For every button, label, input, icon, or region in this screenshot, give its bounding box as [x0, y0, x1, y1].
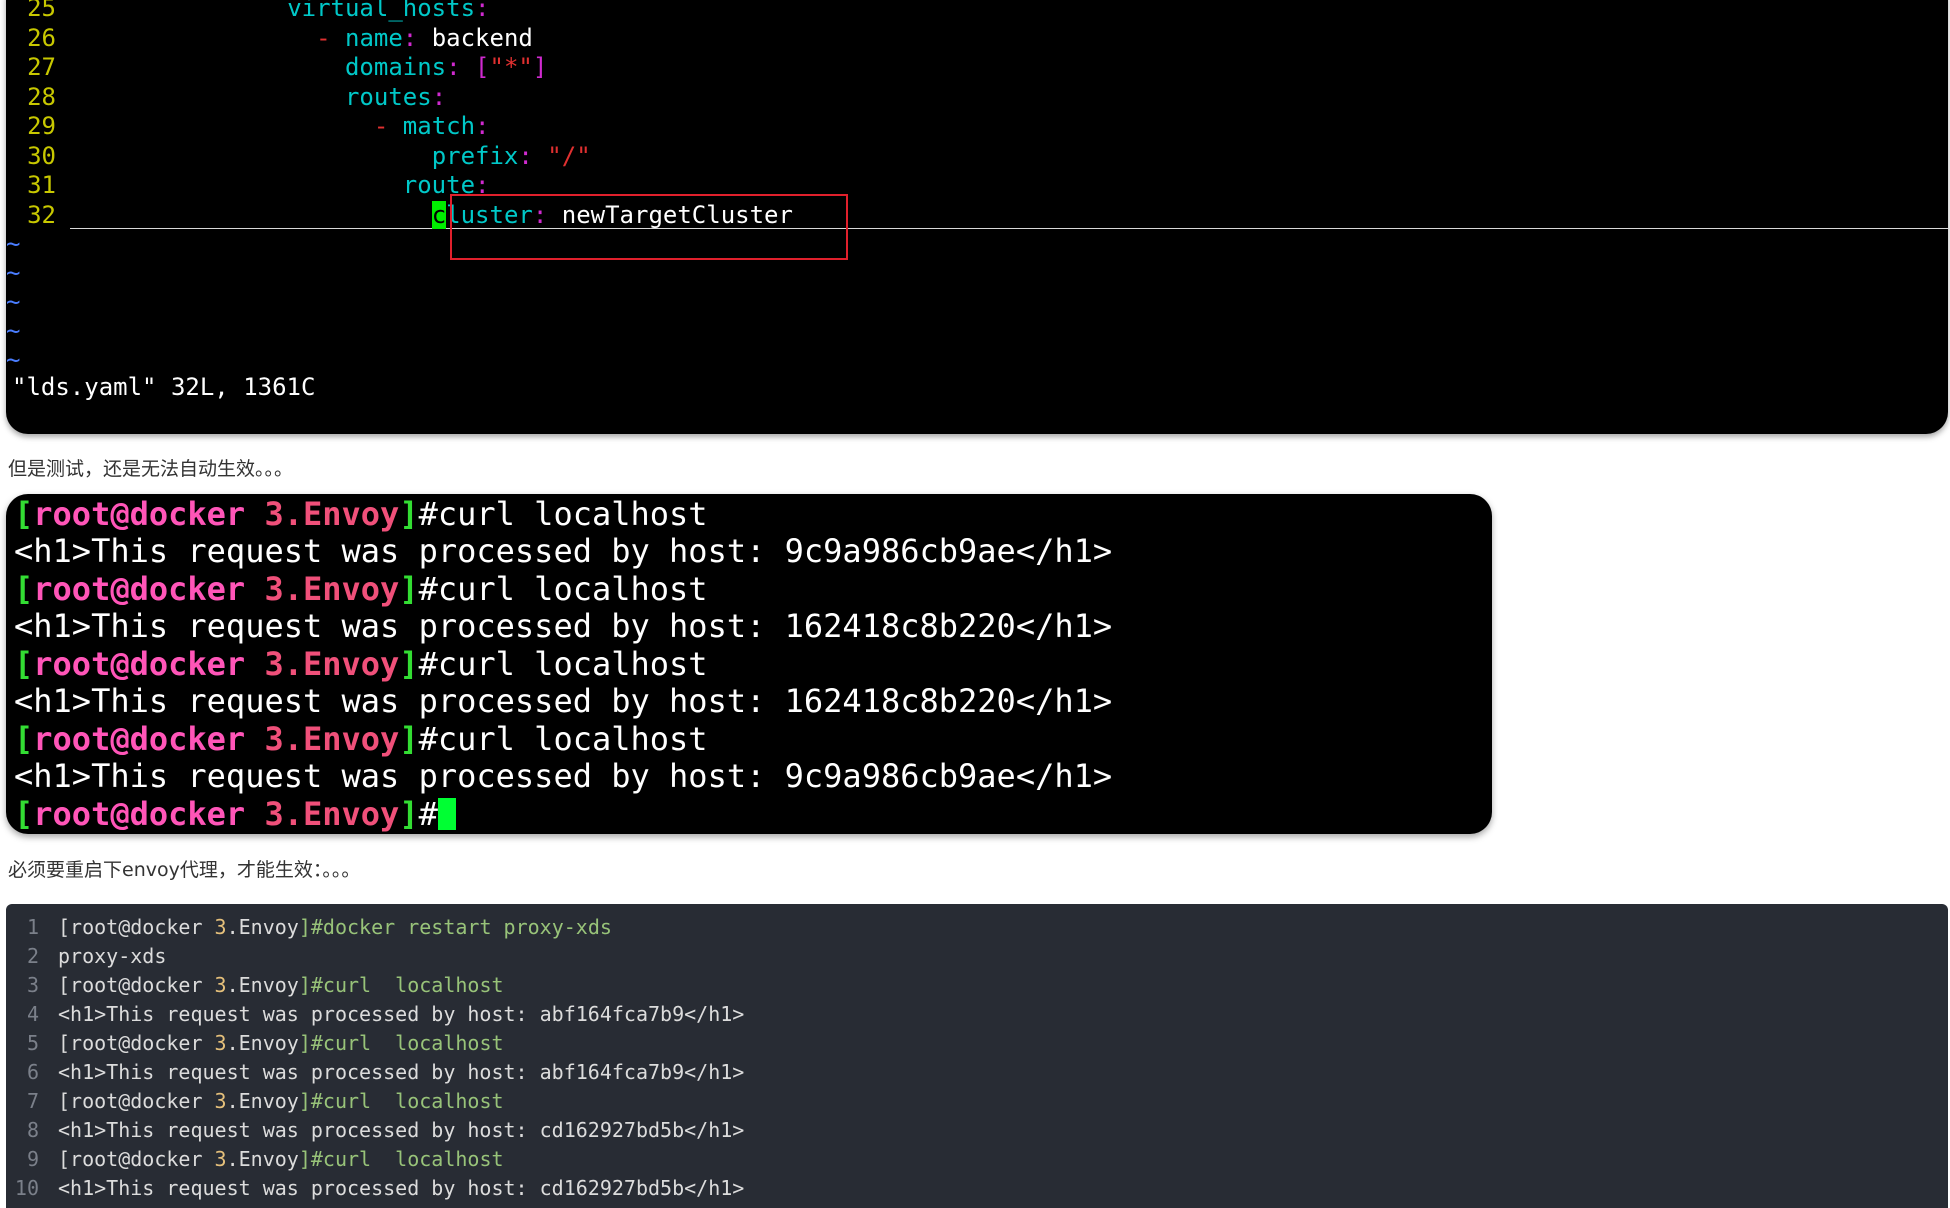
code-line: 1 [root@docker 3.Envoy]#docker restart pr… — [26, 915, 612, 939]
vim-line-27: 27 domains: ["*"] — [27, 53, 548, 81]
vim-editor-screenshot: 25 virtual_hosts: 26 - name: backend 27 … — [6, 0, 1948, 434]
vim-cursor: c — [431, 201, 447, 229]
code-block: 1 [root@docker 3.Envoy]#docker restart pr… — [6, 904, 1948, 1208]
terminal-cursor — [437, 798, 456, 830]
code-line: 9 [root@docker 3.Envoy]#curl localhost — [26, 1147, 504, 1171]
caption-not-effective: 但是测试，还是无法自动生效。。。 — [8, 458, 294, 480]
empty-line-tilde: ~ — [6, 346, 21, 374]
terminal-output-row: <h1>This request was processed by host: … — [14, 682, 1113, 720]
vim-line-29: 29 - match: — [27, 112, 490, 140]
terminal-output-row: <h1>This request was processed by host: … — [14, 757, 1113, 795]
terminal-prompt-row: [root@docker 3.Envoy]#curl localhost — [14, 720, 708, 758]
empty-line-tilde: ~ — [6, 288, 21, 316]
vim-line-31: 31 route: — [27, 171, 490, 199]
caption-restart-required: 必须要重启下envoy代理，才能生效：。。。 — [8, 859, 361, 881]
vim-line-25: 25 virtual_hosts: — [27, 0, 490, 22]
terminal-prompt-row: [root@docker 3.Envoy]# — [14, 796, 456, 833]
vim-line-30: 30 prefix: "/" — [27, 142, 591, 170]
terminal-output-row: <h1>This request was processed by host: … — [14, 532, 1113, 570]
code-line: 2 proxy-xds — [26, 944, 167, 968]
terminal-screenshot: [root@docker 3.Envoy]#curl localhost <h1… — [6, 494, 1492, 834]
empty-line-tilde: ~ — [6, 317, 21, 345]
code-line: 7 [root@docker 3.Envoy]#curl localhost — [26, 1089, 504, 1113]
terminal-prompt-row: [root@docker 3.Envoy]#curl localhost — [14, 645, 708, 683]
code-line: 10 <h1>This request was processed by host… — [14, 1176, 745, 1200]
empty-line-tilde: ~ — [6, 230, 21, 258]
code-line: 8 <h1>This request was processed by host:… — [26, 1118, 745, 1142]
code-line: 5 [root@docker 3.Envoy]#curl localhost — [26, 1031, 504, 1055]
terminal-prompt-row: [root@docker 3.Envoy]#curl localhost — [14, 495, 708, 533]
code-line: 4 <h1>This request was processed by host:… — [26, 1002, 745, 1026]
vim-line-26: 26 - name: backend — [27, 24, 533, 52]
empty-line-tilde: ~ — [6, 259, 21, 287]
terminal-prompt-row: [root@docker 3.Envoy]#curl localhost — [14, 570, 708, 608]
code-line: 6 <h1>This request was processed by host:… — [26, 1060, 745, 1084]
vim-line-28: 28 routes: — [27, 83, 447, 111]
code-line: 3 [root@docker 3.Envoy]#curl localhost — [26, 973, 504, 997]
terminal-output-row: <h1>This request was processed by host: … — [14, 607, 1113, 645]
vim-status-line: "lds.yaml" 32L, 1361C — [12, 373, 316, 401]
highlight-annotation-box — [450, 194, 848, 260]
